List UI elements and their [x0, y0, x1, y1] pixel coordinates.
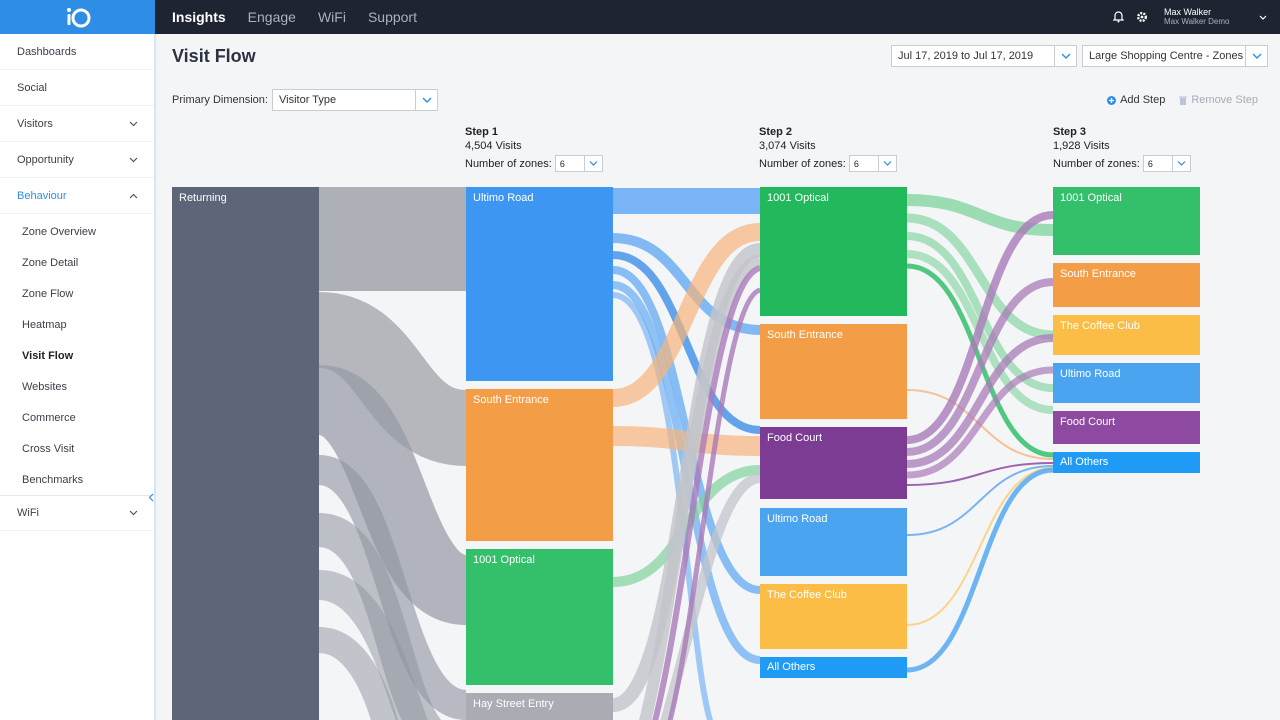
node-label: Ultimo Road: [767, 513, 828, 525]
node-returning[interactable]: Returning: [172, 187, 319, 720]
node-label: The Coffee Club: [1060, 320, 1140, 332]
node-step2-south-entrance[interactable]: South Entrance: [760, 324, 907, 419]
node-label: 1001 Optical: [1060, 192, 1122, 204]
node-label: Ultimo Road: [473, 192, 534, 204]
node-label: All Others: [1060, 456, 1109, 468]
node-step1-1001-optical[interactable]: 1001 Optical: [466, 549, 613, 685]
node-step2-1001-optical[interactable]: 1001 Optical: [760, 187, 907, 316]
node-step3-south-entrance[interactable]: South Entrance: [1053, 263, 1200, 307]
node-step3-all-others[interactable]: All Others: [1053, 452, 1200, 473]
node-step2-food-court[interactable]: Food Court: [760, 427, 907, 499]
node-label: South Entrance: [1060, 268, 1136, 280]
node-label: 1001 Optical: [767, 192, 829, 204]
node-label: Ultimo Road: [1060, 368, 1121, 380]
flow-link: [906, 467, 1054, 626]
node-label: 1001 Optical: [473, 554, 535, 566]
node-step3-ultimo-road[interactable]: Ultimo Road: [1053, 363, 1200, 403]
node-step2-ultimo-road[interactable]: Ultimo Road: [760, 508, 907, 576]
node-step3-the-coffee-club[interactable]: The Coffee Club: [1053, 315, 1200, 355]
node-step2-the-coffee-club[interactable]: The Coffee Club: [760, 584, 907, 649]
node-label: Hay Street Entry: [473, 698, 554, 710]
node-label: South Entrance: [767, 329, 843, 341]
node-step3-1001-optical[interactable]: 1001 Optical: [1053, 187, 1200, 255]
node-label: The Coffee Club: [767, 589, 847, 601]
node-step2-all-others[interactable]: All Others: [760, 657, 907, 678]
node-step3-food-court[interactable]: Food Court: [1053, 411, 1200, 444]
node-label: All Others: [767, 661, 816, 673]
node-step1-hay-street-entry[interactable]: Hay Street Entry: [466, 693, 613, 720]
node-step1-ultimo-road[interactable]: Ultimo Road: [466, 187, 613, 381]
node-label: Food Court: [767, 432, 823, 444]
node-step1-south-entrance[interactable]: South Entrance: [466, 389, 613, 541]
node-label: Food Court: [1060, 416, 1116, 428]
node-label: South Entrance: [473, 394, 549, 406]
node-label: Returning: [179, 192, 227, 204]
